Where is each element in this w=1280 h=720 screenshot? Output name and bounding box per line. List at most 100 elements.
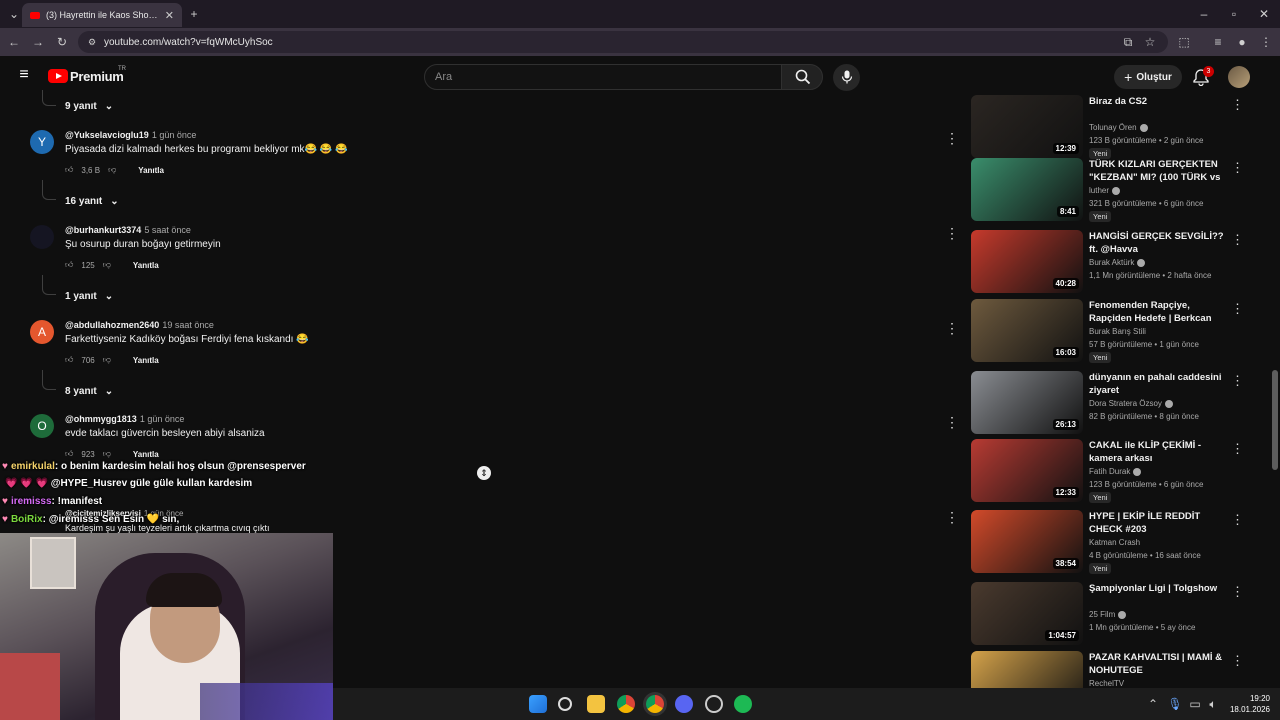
back-icon[interactable]: ←	[6, 34, 22, 50]
comment-author[interactable]: @Yukselavcioglu19 1 gün önce	[65, 130, 196, 140]
comment-author[interactable]: @burhankurt3374 5 saat önce	[65, 225, 191, 235]
bookmark-star-icon[interactable]: ☆	[1142, 34, 1158, 50]
commenter-avatar[interactable]: O	[30, 414, 54, 438]
reading-list-icon[interactable]: ≡	[1210, 34, 1226, 50]
minimize-icon[interactable]: –	[1196, 6, 1212, 22]
video-channel[interactable]: Tolunay Ören	[1089, 123, 1148, 132]
reload-icon[interactable]: ↻	[54, 34, 70, 50]
tray-chevron-icon[interactable]: ⌃	[1145, 696, 1161, 712]
replies-toggle[interactable]: 16 yanıt ⌄	[65, 196, 119, 207]
comment-more-icon[interactable]: ⋮	[945, 320, 959, 337]
related-video-item[interactable]: 1:04:57 Şampiyonlar Ligi | Tolgshow 25 Fil…	[971, 582, 1244, 646]
video-more-icon[interactable]: ⋮	[1231, 97, 1244, 113]
video-thumbnail[interactable]: 40:28	[971, 230, 1083, 293]
video-thumbnail[interactable]: 12:33	[971, 439, 1083, 502]
video-more-icon[interactable]: ⋮	[1231, 653, 1244, 669]
commenter-avatar[interactable]: Y	[30, 130, 54, 154]
video-title[interactable]: dünyanın en pahalı caddesini ziyaret	[1089, 371, 1224, 397]
comment-author[interactable]: @abdullahozmen2640 19 saat önce	[65, 320, 214, 330]
video-thumbnail[interactable]: 12:39	[971, 95, 1083, 158]
reply-button[interactable]: Yanıtla	[133, 261, 159, 270]
chrome-icon[interactable]	[617, 695, 635, 713]
video-title[interactable]: PAZAR KAHVALTISI | MAMİ & NOHUTEGE	[1089, 651, 1224, 677]
voice-search-button[interactable]	[833, 64, 860, 91]
profile-icon[interactable]: ●	[1234, 34, 1250, 50]
video-channel[interactable]: Katman Crash	[1089, 538, 1140, 547]
microphone-tray-icon[interactable]: 🎙︎	[1167, 696, 1183, 712]
video-more-icon[interactable]: ⋮	[1231, 512, 1244, 528]
new-tab-icon[interactable]: +	[186, 6, 202, 22]
related-video-item[interactable]: 38:54 HYPE | EKİP İLE REDDİT CHECK #203 Ka…	[971, 510, 1244, 574]
file-explorer-icon[interactable]	[587, 695, 605, 713]
forward-icon[interactable]: →	[30, 34, 46, 50]
chrome-active-icon[interactable]	[646, 695, 664, 713]
related-video-item[interactable]: 12:33 CAKAL ile KLİP ÇEKİMİ - kamera arka…	[971, 439, 1244, 503]
discord-icon[interactable]	[675, 695, 693, 713]
browser-tab-active[interactable]: (3) Hayrettin ile Kaos Show - 2... ✕	[22, 3, 182, 27]
video-channel[interactable]: luther	[1089, 186, 1121, 195]
like-icon[interactable]: 👍︎	[65, 449, 73, 459]
related-video-item[interactable]: 40:28 HANGİSİ GERÇEK SEVGİLİ?? ft. @Havva…	[971, 230, 1244, 294]
comment-more-icon[interactable]: ⋮	[945, 414, 959, 431]
volume-icon[interactable]: 🔈︎	[1205, 696, 1221, 712]
comment-more-icon[interactable]: ⋮	[945, 130, 959, 147]
windows-start-icon[interactable]	[529, 695, 547, 713]
video-thumbnail[interactable]: 8:41	[971, 158, 1083, 221]
video-channel[interactable]: Dora Stratera Özsoy	[1089, 399, 1173, 408]
system-clock[interactable]: 19:20 18.01.2026	[1230, 693, 1270, 715]
account-avatar[interactable]	[1228, 66, 1250, 88]
video-title[interactable]: TÜRK KIZLARI GERÇEKTEN "KEZBAN" MI? (100…	[1089, 158, 1224, 184]
close-window-icon[interactable]: ✕	[1256, 6, 1272, 22]
video-title[interactable]: HANGİSİ GERÇEK SEVGİLİ?? ft. @Havva	[1089, 230, 1224, 256]
video-title[interactable]: HYPE | EKİP İLE REDDİT CHECK #203	[1089, 510, 1224, 536]
video-title[interactable]: Şampiyonlar Ligi | Tolgshow	[1089, 582, 1224, 595]
sidebar-scrollbar[interactable]	[1272, 370, 1278, 470]
video-more-icon[interactable]: ⋮	[1231, 441, 1244, 457]
video-title[interactable]: Biraz da CS2	[1089, 95, 1224, 108]
reply-button[interactable]: Yanıtla	[138, 166, 164, 175]
video-title[interactable]: Fenomenden Rapçiye, Rapçiden Hedefe | Be…	[1089, 299, 1224, 325]
extensions-icon[interactable]: ⬚	[1176, 34, 1192, 50]
reply-button[interactable]: Yanıtla	[133, 356, 159, 365]
like-icon[interactable]: 👍︎	[65, 165, 73, 175]
spotify-icon[interactable]	[734, 695, 752, 713]
related-video-item[interactable]: 16:03 Fenomenden Rapçiye, Rapçiden Hedefe…	[971, 299, 1244, 363]
video-channel[interactable]: Fatih Durak	[1089, 467, 1142, 476]
video-thumbnail[interactable]: 1:04:57	[971, 582, 1083, 645]
video-channel[interactable]: Burak Barış Stili	[1089, 327, 1146, 336]
video-thumbnail[interactable]: 16:03	[971, 299, 1083, 362]
comment-more-icon[interactable]: ⋮	[945, 509, 959, 526]
search-button[interactable]	[781, 64, 823, 90]
video-channel[interactable]: 25 Film	[1089, 610, 1127, 619]
video-channel[interactable]: Burak Aktürk	[1089, 258, 1146, 267]
reply-button[interactable]: Yanıtla	[133, 450, 159, 459]
video-more-icon[interactable]: ⋮	[1231, 232, 1244, 248]
dislike-icon[interactable]: 👎︎	[103, 260, 111, 270]
video-more-icon[interactable]: ⋮	[1231, 160, 1244, 176]
youtube-logo-icon[interactable]	[48, 69, 68, 83]
video-thumbnail[interactable]: 38:54	[971, 510, 1083, 573]
video-thumbnail[interactable]: 26:13	[971, 371, 1083, 434]
install-app-icon[interactable]: ⧉	[1120, 34, 1136, 50]
dislike-icon[interactable]: 👎︎	[103, 449, 111, 459]
replies-toggle[interactable]: 1 yanıt ⌄	[65, 291, 113, 302]
video-channel[interactable]: RechelTV	[1089, 679, 1124, 688]
site-info-icon[interactable]: ⚙	[84, 34, 100, 50]
dislike-icon[interactable]: 👎︎	[103, 355, 111, 365]
related-video-item[interactable]: 12:39 Biraz da CS2 Tolunay Ören 123 B görün…	[971, 95, 1244, 159]
commenter-avatar[interactable]	[30, 225, 54, 249]
replies-toggle[interactable]: 8 yanıt ⌄	[65, 386, 113, 397]
hamburger-menu-icon[interactable]: ≡	[16, 67, 32, 83]
video-more-icon[interactable]: ⋮	[1231, 584, 1244, 600]
address-bar[interactable]: ⚙ youtube.com/watch?v=fqWMcUyhSoc	[78, 31, 1168, 53]
video-more-icon[interactable]: ⋮	[1231, 301, 1244, 317]
network-icon[interactable]: ▭	[1187, 696, 1203, 712]
create-button[interactable]: + Oluştur	[1114, 65, 1182, 89]
commenter-avatar[interactable]: A	[30, 320, 54, 344]
video-title[interactable]: CAKAL ile KLİP ÇEKİMİ - kamera arkası	[1089, 439, 1224, 465]
search-icon[interactable]	[558, 697, 572, 711]
browser-menu-icon[interactable]: ⋮	[1258, 34, 1274, 50]
replies-toggle[interactable]: 9 yanıt ⌄	[65, 101, 113, 112]
restore-icon[interactable]: ▫	[1226, 6, 1242, 22]
search-input[interactable]: Ara	[424, 64, 782, 90]
